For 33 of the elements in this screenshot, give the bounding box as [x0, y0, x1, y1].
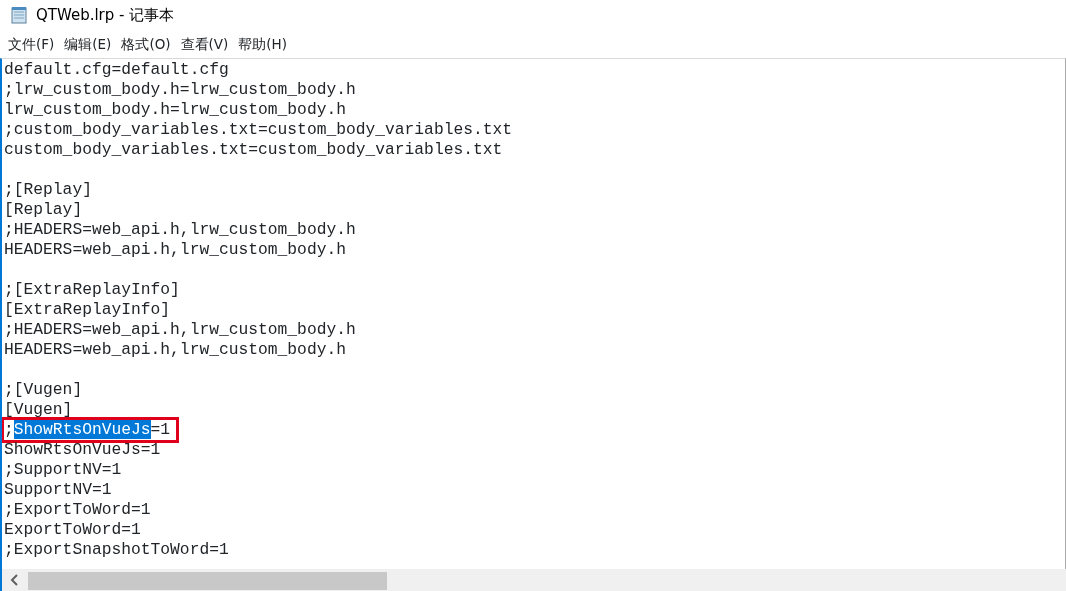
text-line: [Vugen] [4, 400, 74, 420]
text-line: ;[Replay] [4, 180, 93, 200]
text-line: ;lrw_custom_body.h=lrw_custom_body.h [4, 80, 357, 100]
text-line: custom_body_variables.txt=custom_body_variables.txt [4, 140, 504, 160]
notepad-icon [10, 6, 28, 24]
horizontal-scrollbar[interactable] [0, 569, 1066, 591]
text-line: [ExtraReplayInfo] [4, 300, 172, 320]
menu-item[interactable]: 查看(V) [176, 30, 233, 58]
scrollbar-thumb[interactable] [28, 572, 387, 590]
text-line: HEADERS=web_api.h,lrw_custom_body.h [4, 240, 347, 260]
line-text: ; [4, 420, 14, 439]
menu-item[interactable]: 帮助(H) [234, 30, 292, 58]
menu-item[interactable]: 编辑(E) [60, 30, 116, 58]
menu-item[interactable]: 文件(F) [4, 30, 59, 58]
menu-item[interactable]: 格式(O) [117, 30, 175, 58]
text-line: ;[ExtraReplayInfo] [4, 280, 181, 300]
text-line: ;ExportToWord=1 [4, 500, 152, 520]
text-line: ;[Vugen] [4, 380, 84, 400]
text-line: HEADERS=web_api.h,lrw_custom_body.h [4, 340, 347, 360]
text-line: ExportToWord=1 [4, 520, 142, 540]
text-line: [Replay] [4, 200, 84, 220]
text-line: ShowRtsOnVueJs=1 [4, 440, 162, 460]
text-line: SupportNV=1 [4, 480, 113, 500]
text-line: ;ExportSnapshotToWord=1 [4, 540, 230, 560]
text-line: ;HEADERS=web_api.h,lrw_custom_body.h [4, 320, 357, 340]
text-line: ;custom_body_variables.txt=custom_body_variables.txt [4, 120, 514, 140]
text-line: ;SupportNV=1 [4, 460, 123, 480]
text-line: lrw_custom_body.h=lrw_custom_body.h [4, 100, 347, 120]
window-title: QTWeb.lrp - 记事本 [36, 4, 175, 26]
text-line: default.cfg=default.cfg [4, 60, 230, 80]
selected-text: ShowRtsOnVueJs [13, 420, 151, 439]
line-text: =1 [150, 420, 171, 439]
text-line: ;HEADERS=web_api.h,lrw_custom_body.h [4, 220, 357, 240]
